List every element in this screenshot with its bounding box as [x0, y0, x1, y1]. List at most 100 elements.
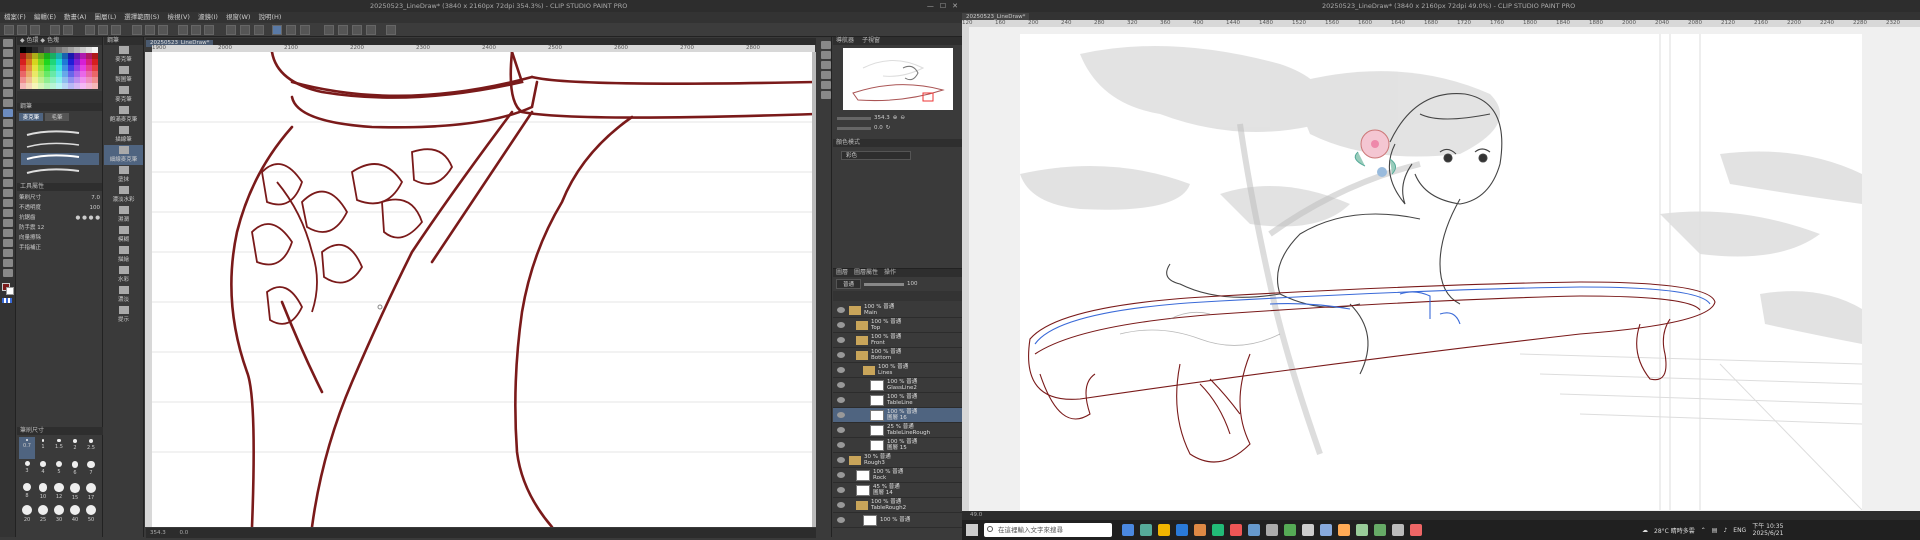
canvas-scrollbar-v[interactable]	[812, 52, 816, 527]
layer-row[interactable]: 100 % 普通 TableLine	[833, 393, 962, 408]
info-panel-icon[interactable]	[821, 61, 831, 69]
chrome-icon[interactable]	[1194, 524, 1206, 536]
cloud-icon[interactable]	[366, 25, 376, 35]
stabilization-value[interactable]: 12	[37, 225, 44, 231]
save-icon[interactable]	[30, 25, 40, 35]
fill-tool-icon[interactable]	[3, 179, 13, 187]
sub-tool-item[interactable]: 製圖筆	[104, 65, 143, 85]
layer-row[interactable]: 100 % 普通 Top	[833, 318, 962, 333]
volume-icon[interactable]: ♪	[1723, 527, 1727, 534]
sub-tool-item[interactable]: 麥克筆	[104, 85, 143, 105]
weather-text[interactable]: 28°C 睛時多雲	[1654, 526, 1695, 535]
brush-size-option[interactable]: 1	[35, 437, 51, 459]
sub-tool-item[interactable]: 濃淡水彩	[104, 185, 143, 205]
app-icon[interactable]	[1374, 524, 1386, 536]
layer-toolbar[interactable]	[833, 291, 962, 301]
eye-icon[interactable]	[837, 337, 845, 343]
menu-item[interactable]: 濾鏡(I)	[198, 12, 218, 23]
app-icon[interactable]	[1392, 524, 1404, 536]
brush-size-option[interactable]: 25	[35, 503, 51, 525]
zoom-value[interactable]: 354.3	[874, 115, 890, 121]
menu-item[interactable]: 動畫(A)	[64, 12, 87, 23]
lang-indicator[interactable]: ENG	[1733, 527, 1746, 534]
eye-icon[interactable]	[837, 502, 845, 508]
stroke-preview[interactable]	[26, 142, 80, 148]
sub-tool-item[interactable]: 濃淡	[104, 285, 143, 305]
new-file-icon[interactable]	[4, 25, 14, 35]
brush-size-option[interactable]: 4	[35, 459, 51, 481]
app-icon[interactable]	[1302, 524, 1314, 536]
network-icon[interactable]: ▤	[1712, 527, 1718, 534]
menu-item[interactable]: 選擇範圍(S)	[124, 12, 159, 23]
brush-size-option[interactable]: 50	[83, 503, 99, 525]
snap-ruler-icon[interactable]	[178, 25, 188, 35]
color-swatch[interactable]	[92, 83, 98, 89]
close-icon[interactable]: ✕	[952, 2, 958, 10]
eye-icon[interactable]	[837, 472, 845, 478]
layer-panel-tab[interactable]: 圖層屬性	[854, 269, 878, 276]
menu-item[interactable]: 檢視(V)	[167, 12, 190, 23]
brush-size-option[interactable]: 2.5	[83, 437, 99, 459]
zoom-out-icon[interactable]: ⊖	[900, 115, 905, 121]
invert-selection-icon[interactable]	[145, 25, 155, 35]
eyedropper-icon[interactable]	[3, 99, 13, 107]
sub-tool-item[interactable]: 塗抹	[104, 165, 143, 185]
brush-tool-icon[interactable]	[3, 129, 13, 137]
pen-pressure-icon[interactable]	[286, 25, 296, 35]
navigator-icon[interactable]	[821, 41, 831, 49]
layer-move-icon[interactable]	[3, 69, 13, 77]
info-icon[interactable]	[386, 25, 396, 35]
eraser-icon[interactable]	[3, 159, 13, 167]
app-icon[interactable]	[1248, 524, 1260, 536]
rotate-slider[interactable]	[837, 126, 871, 130]
opacity-value[interactable]: 100	[90, 203, 101, 213]
weather-icon[interactable]: ☁	[1642, 527, 1648, 534]
brush-size-option[interactable]: 1.5	[51, 437, 67, 459]
eye-icon[interactable]	[837, 352, 845, 358]
zoom-in-icon[interactable]: ⊕	[893, 115, 898, 121]
brush-size-option[interactable]: 6	[67, 459, 83, 481]
eye-icon[interactable]	[837, 487, 845, 493]
color-tabs[interactable]	[17, 91, 102, 103]
menu-item[interactable]: 說明(H)	[258, 12, 281, 23]
transparent-swatch[interactable]	[2, 298, 12, 303]
eye-icon[interactable]	[837, 367, 845, 373]
fill-icon[interactable]	[98, 25, 108, 35]
brush-mode-icon[interactable]	[272, 25, 282, 35]
sub-tool-item[interactable]: 水彩	[104, 265, 143, 285]
sub-tool-item[interactable]: 濕潤	[104, 205, 143, 225]
anti-alias-dots[interactable]: ● ● ● ●	[76, 213, 100, 223]
brush-size-option[interactable]: 20	[19, 503, 35, 525]
text-tool-icon[interactable]	[3, 229, 13, 237]
canvas-full-scene[interactable]	[1020, 34, 1862, 510]
rotate-icon[interactable]	[240, 25, 250, 35]
layer-row[interactable]: 100 % 普通 Bottom	[833, 348, 962, 363]
brush-size-option[interactable]: 8	[19, 481, 35, 503]
eye-icon[interactable]	[837, 307, 845, 313]
navigator-tab[interactable]: 導航器	[836, 37, 854, 44]
zoom-slider[interactable]	[837, 116, 871, 120]
clip-studio-icon[interactable]	[1356, 524, 1368, 536]
open-file-icon[interactable]	[17, 25, 27, 35]
transform-icon[interactable]	[111, 25, 121, 35]
layer-row[interactable]: 100 % 普通 Front	[833, 333, 962, 348]
3d-icon[interactable]	[3, 269, 13, 277]
deselect-icon[interactable]	[132, 25, 142, 35]
blend-mode-select[interactable]: 普通	[836, 279, 862, 289]
task-view-icon[interactable]	[1122, 524, 1134, 536]
balloon-icon[interactable]	[3, 239, 13, 247]
brush-size-option[interactable]: 0.7	[19, 437, 35, 459]
eye-icon[interactable]	[837, 382, 845, 388]
layer-row[interactable]: 100 % 普通 TableRough2	[833, 498, 962, 513]
snap-grid-icon[interactable]	[204, 25, 214, 35]
camera-icon[interactable]	[324, 25, 334, 35]
status-zoom[interactable]: 354.3	[150, 530, 166, 536]
status-rotation[interactable]: 0.0	[180, 530, 189, 536]
canvas-zoomed[interactable]	[152, 52, 815, 527]
vector-erase-row[interactable]: 向量擦除	[19, 233, 100, 243]
clear-icon[interactable]	[85, 25, 95, 35]
crop-icon[interactable]	[158, 25, 168, 35]
layer-opacity-slider[interactable]	[864, 282, 905, 286]
brush-size-option[interactable]: 30	[51, 503, 67, 525]
link-icon[interactable]	[352, 25, 362, 35]
